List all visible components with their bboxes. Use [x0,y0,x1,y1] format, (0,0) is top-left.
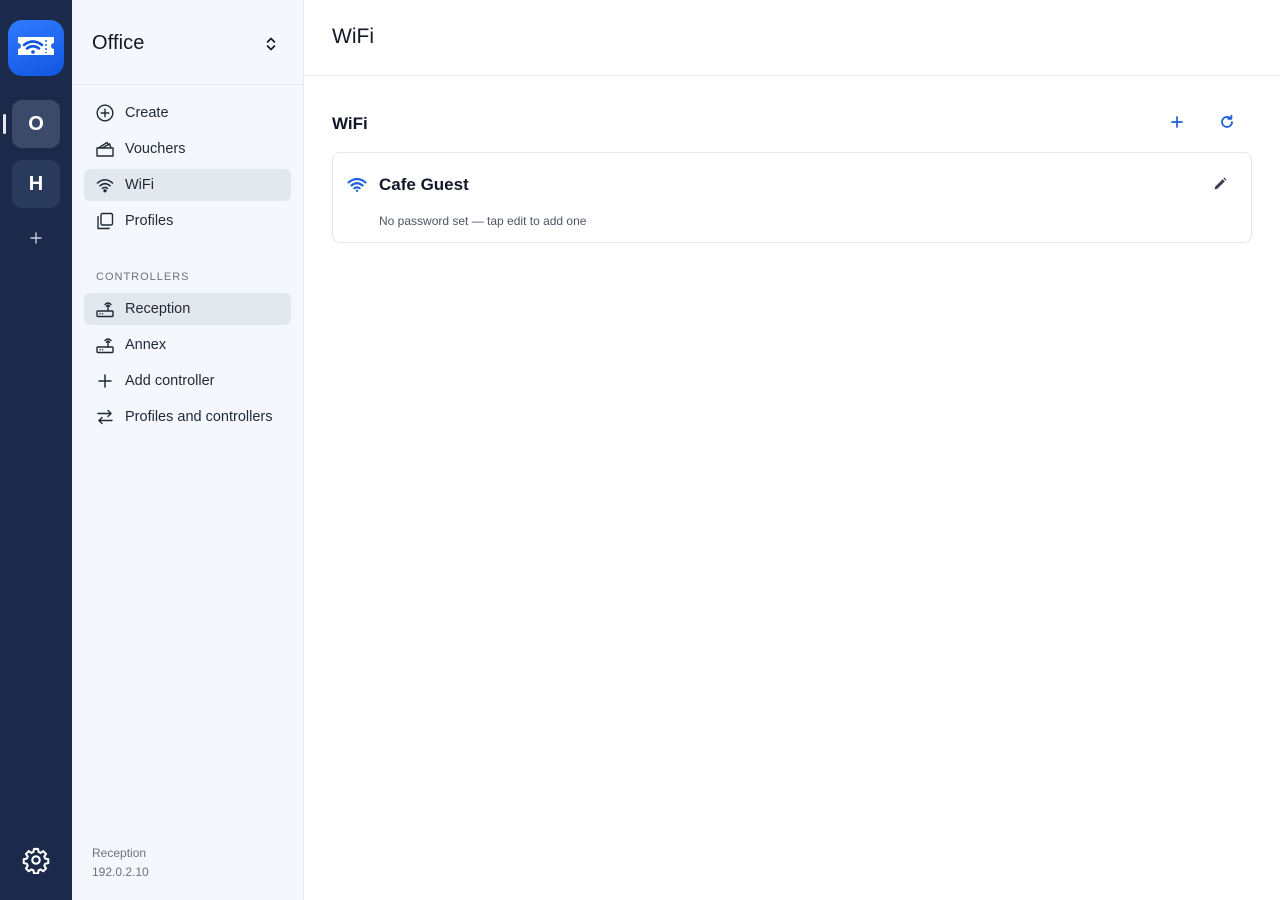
wifi-icon [347,177,367,193]
workspace-initial: H [28,172,44,195]
workspace-office[interactable]: O [12,100,60,148]
nav-item-wifi[interactable]: WiFi [84,169,291,201]
nav-item-profiles[interactable]: Profiles [84,205,291,237]
arrows-swap-icon [96,408,114,426]
network-name: Cafe Guest [379,175,469,194]
workspace-h[interactable]: H [12,160,60,208]
pencil-icon [1213,177,1227,196]
main-nav: Create Vouchers WiFi Profiles [84,97,291,241]
nav-label: Profiles and controllers [125,409,273,425]
wifi-network-card[interactable]: Cafe Guest No password set — tap edit to… [332,152,1252,243]
chevron-up-down-icon [261,37,281,58]
profiles-and-controllers-button[interactable]: Profiles and controllers [84,401,291,433]
controller-item-reception[interactable]: Reception [84,293,291,325]
settings-button[interactable] [22,846,50,875]
nav-label: Reception [125,301,191,317]
active-controller-info: Reception 192.0.2.10 [92,844,149,882]
add-wifi-button[interactable] [1165,112,1189,136]
wifi-icon [96,176,114,194]
plus-icon [96,372,114,390]
wifi-ticket-icon [14,29,58,68]
sidebar-header: Office [72,0,303,85]
workspace-initial: O [28,112,44,135]
footer-controller-name: Reception [92,846,147,860]
nav-label: Add controller [125,373,215,389]
active-workspace-indicator [3,114,6,134]
router-icon [96,336,114,354]
network-password-status: No password set — tap edit to add one [379,214,587,228]
gear-icon [22,847,50,878]
main-content: WiFi WiFi Cafe Guest No password set — t… [304,0,1280,900]
nav-label: WiFi [125,177,154,193]
plus-circle-icon [96,104,114,122]
refresh-button[interactable] [1215,112,1239,136]
sidebar: Office Create Vouchers WiFi Profiles CON… [72,0,304,900]
plus-icon [30,231,42,249]
router-icon [96,300,114,318]
edit-network-button[interactable] [1209,175,1231,197]
controllers-nav: Reception Annex Add controller Profiles … [84,293,291,437]
nav-label: Vouchers [125,141,186,157]
footer-controller-ip: 192.0.2.10 [92,865,149,879]
add-controller-button[interactable]: Add controller [84,365,291,397]
controller-item-annex[interactable]: Annex [84,329,291,361]
workspace-switcher-button[interactable] [261,34,281,54]
nav-item-create[interactable]: Create [84,97,291,129]
main-header: WiFi [304,0,1280,76]
plus-icon [1170,115,1184,134]
nav-label: Create [125,105,169,121]
add-workspace-button[interactable] [24,228,48,252]
nav-item-vouchers[interactable]: Vouchers [84,133,291,165]
section-title: WiFi [332,114,368,133]
nav-label: Annex [125,337,167,353]
ticket-icon [96,140,114,158]
controllers-section-label: CONTROLLERS [96,271,190,283]
stack-icon [96,212,114,230]
workspace-title: Office [92,32,145,54]
refresh-icon [1219,114,1235,135]
nav-label: Profiles [125,213,174,229]
page-title: WiFi [332,25,374,48]
app-logo[interactable] [8,20,64,76]
workspace-rail: O H [0,0,72,900]
